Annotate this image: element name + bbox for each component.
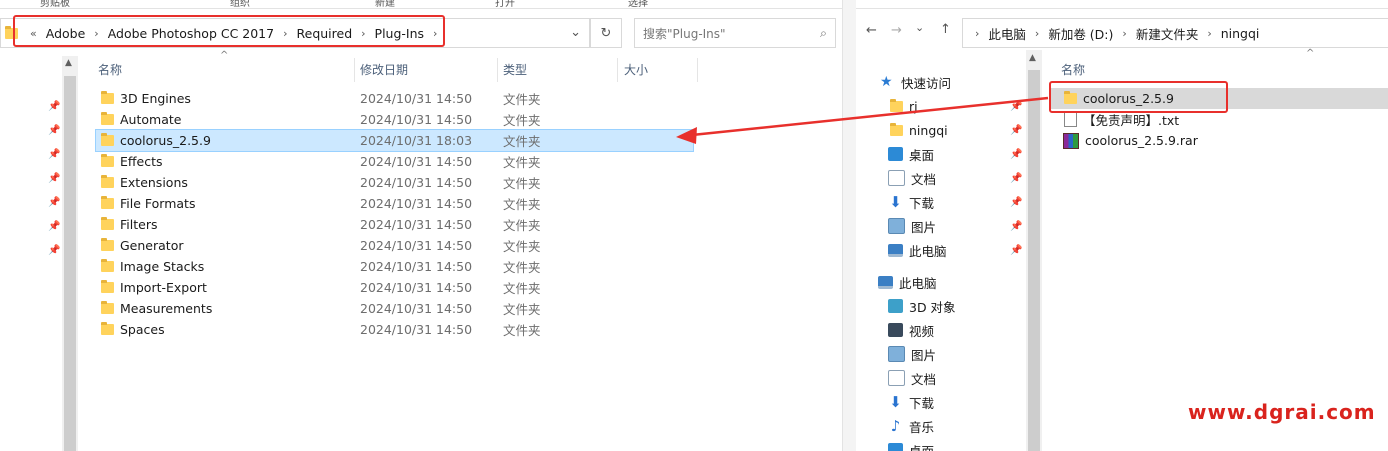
annotation-arrow-line bbox=[691, 96, 1049, 137]
annotation-arrow-layer bbox=[676, 96, 1049, 144]
annotation-arrowhead bbox=[676, 127, 697, 144]
watermark: www.dgrai.com bbox=[1188, 400, 1376, 424]
